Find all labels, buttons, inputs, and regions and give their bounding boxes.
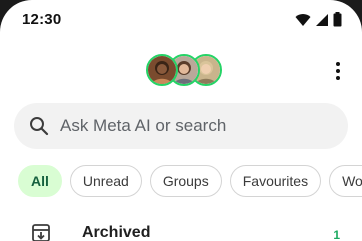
chip-label: Favourites	[242, 173, 309, 189]
signal-icon	[315, 13, 329, 32]
wifi-icon	[295, 13, 311, 32]
filter-chip-unread[interactable]: Unread	[69, 165, 142, 197]
chip-label: Unread	[82, 173, 129, 189]
archived-row[interactable]: Archived 1	[0, 218, 362, 241]
filter-chip-favourites[interactable]: Favourites	[229, 165, 322, 197]
archive-icon	[30, 222, 52, 241]
filter-chip-work[interactable]: Work	[329, 165, 362, 197]
chip-label: Groups	[162, 173, 209, 189]
more-vert-icon[interactable]	[328, 58, 348, 84]
archived-label: Archived	[82, 224, 151, 241]
filter-chips: All Unread Groups Favourites Work	[18, 165, 362, 199]
search-placeholder: Ask Meta AI or search	[60, 116, 227, 135]
archived-count: 1	[333, 228, 340, 241]
search-input[interactable]: Ask Meta AI or search	[14, 103, 348, 149]
status-time: 12:30	[22, 11, 62, 28]
chip-label: All	[31, 173, 49, 189]
chats-screen: 12:30 Ask Meta AI or search All Unread G…	[0, 0, 362, 241]
status-icons	[295, 12, 342, 32]
chip-label: Work	[342, 173, 362, 189]
filter-chip-groups[interactable]: Groups	[149, 165, 222, 197]
search-icon	[28, 115, 50, 137]
status-avatars[interactable]	[146, 54, 222, 86]
battery-icon	[333, 12, 342, 32]
avatar[interactable]	[146, 54, 178, 86]
filter-chip-all[interactable]: All	[18, 165, 62, 197]
status-bar: 12:30	[0, 0, 362, 42]
